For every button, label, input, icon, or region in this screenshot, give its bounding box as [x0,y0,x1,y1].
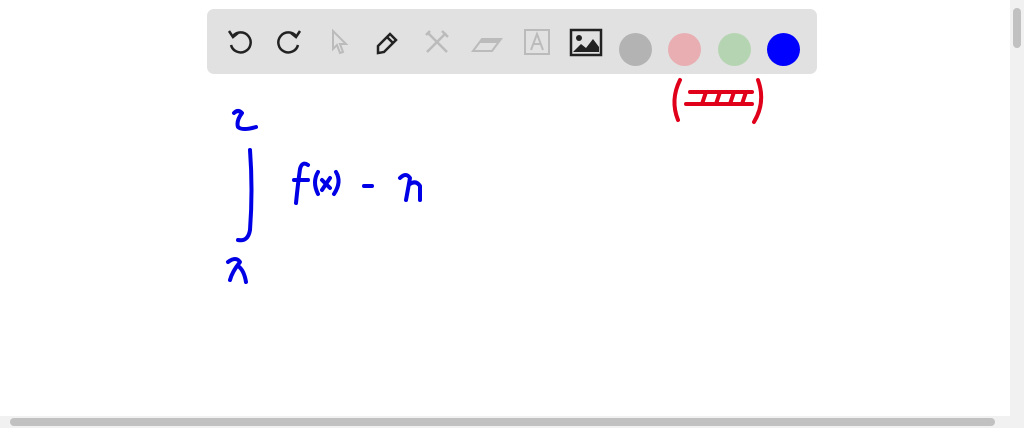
redo-icon [277,30,302,54]
text-button[interactable] [520,25,554,59]
text-icon [524,29,550,55]
tools-icon [425,30,449,53]
color-red-swatch[interactable] [668,33,701,66]
eraser-button[interactable] [470,25,504,59]
vertical-scroll-thumb[interactable] [1013,8,1021,48]
horizontal-scrollbar[interactable] [0,416,1024,428]
pen-icon [376,32,398,55]
upper-limit-stroke [232,109,258,131]
image-button[interactable] [569,25,603,59]
eraser-icon [471,38,503,52]
integral-sign-stroke [236,148,254,243]
select-button[interactable] [322,25,356,59]
horizontal-scroll-thumb[interactable] [10,418,995,426]
select-icon [332,28,349,55]
redo-button[interactable] [272,25,306,59]
toolbar [207,9,817,74]
color-green-swatch[interactable] [718,33,751,66]
undo-button[interactable] [223,25,257,59]
f-stroke [292,161,310,205]
undo-icon [227,30,252,54]
pen-button[interactable] [370,25,404,59]
x-var-stroke [398,173,422,202]
lower-limit-stroke [226,257,248,284]
red-bracket-left [672,78,682,122]
paren-x-stroke [313,170,341,196]
red-hatch [684,90,754,106]
color-blue-swatch[interactable] [767,33,800,66]
tools-button[interactable] [420,25,454,59]
red-bracket-right [752,78,764,124]
color-gray-swatch[interactable] [619,33,652,66]
image-icon [569,28,603,57]
vertical-scrollbar[interactable] [1010,0,1024,416]
